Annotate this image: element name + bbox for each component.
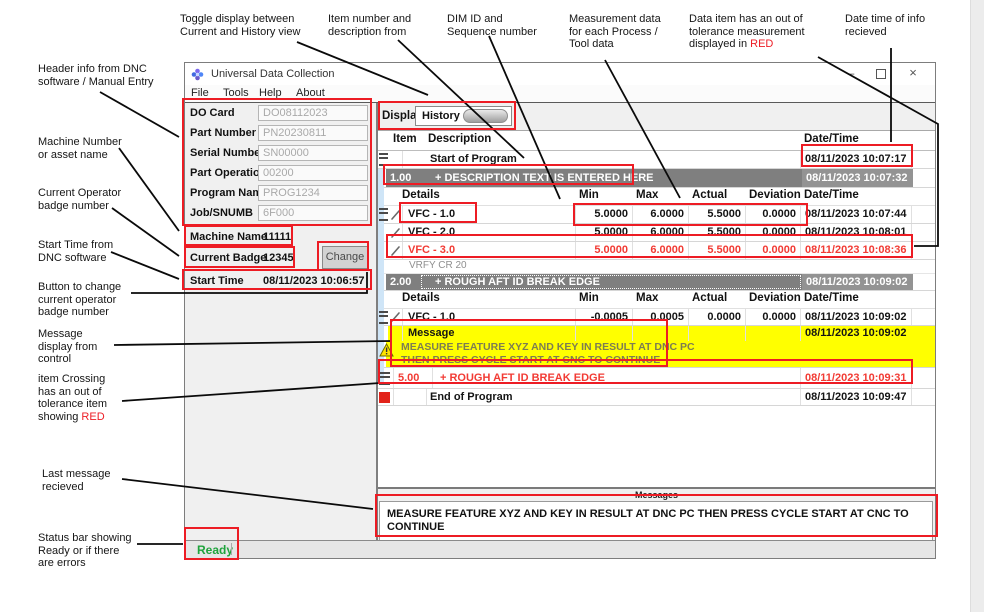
annotation-item-number: Item number anddescription from (328, 13, 411, 38)
col-item: Item (393, 133, 417, 145)
toggle-switch-icon[interactable] (463, 109, 508, 123)
annotation-last-message: Last messagerecieved (42, 468, 110, 493)
annotation-item-crossing: item Crossinghas an out oftolerance item… (38, 373, 107, 423)
hamburger-icon[interactable] (379, 372, 390, 385)
app-flower-icon (191, 68, 204, 81)
annotated-screenshot-page: Universal Data Collection – × File Tools… (0, 0, 984, 612)
col-datetime: Date/Time (804, 133, 859, 145)
annotation-message-display: Messagedisplay fromcontrol (38, 328, 97, 366)
table-row-vfc-2[interactable]: VFC - 2.0 5.0000 6.0000 5.5000 0.0000 08… (378, 224, 935, 242)
menu-about[interactable]: About (296, 87, 325, 99)
annotation-toggle-display: Toggle display betweenCurrent and Histor… (180, 13, 300, 38)
current-badge-label: Current Badge (190, 252, 266, 264)
current-badge-value: 12345 (263, 252, 294, 264)
pencil-icon (389, 311, 401, 323)
pencil-icon (389, 245, 401, 257)
status-separator (231, 543, 232, 555)
detail-header-row: Details Min Max Actual Deviation Date/Ti… (378, 188, 935, 206)
title-bar: Universal Data Collection – × (185, 63, 935, 85)
annotation-change-button: Button to changecurrent operatorbadge nu… (38, 281, 121, 319)
annotation-measurement-data: Measurement datafor each Process /Tool d… (569, 13, 661, 51)
annotation-current-operator: Current Operatorbadge number (38, 187, 121, 212)
menu-help[interactable]: Help (259, 87, 282, 99)
pencil-icon (389, 209, 401, 221)
annotation-header-info: Header info from DNCsoftware / Manual En… (38, 63, 154, 88)
window-title: Universal Data Collection (211, 68, 335, 80)
messages-panel-title: Messages (378, 490, 935, 500)
control-message-block: MEASURE FEATURE XYZ AND KEY IN RESULT AT… (378, 341, 935, 368)
annotation-dim-id: DIM ID andSequence number (447, 13, 537, 38)
table-row-vfc-1[interactable]: VFC - 1.0 5.0000 6.0000 5.5000 0.0000 08… (378, 206, 935, 224)
menu-tools[interactable]: Tools (223, 87, 249, 99)
field-program-name: Program Name PROG1234 (185, 185, 376, 201)
change-badge-button[interactable]: Change (322, 246, 368, 269)
table-row-start-of-program[interactable]: Start of Program 08/11/2023 10:07:17 (378, 151, 935, 169)
last-message-box: MEASURE FEATURE XYZ AND KEY IN RESULT AT… (379, 501, 933, 541)
job-snumb-input[interactable]: 6F000 (258, 205, 368, 221)
table-row-vrfy-note: VRFY CR 20 (378, 260, 935, 274)
annotation-out-of-tolerance: Data item has an out oftolerance measure… (689, 13, 805, 51)
start-time-value: 08/11/2023 10:06:57 (263, 275, 365, 287)
field-job-snumb: Job/SNUMB 6F000 (185, 205, 376, 221)
annotation-date-time-info: Date time of inforecieved (845, 13, 925, 38)
display-bar: Display History (378, 103, 935, 131)
annotation-machine-number: Machine Numberor asset name (38, 136, 122, 161)
close-icon[interactable]: × (899, 63, 927, 84)
machine-name-value: 11111 (263, 231, 291, 243)
menu-file[interactable]: File (191, 87, 209, 99)
field-part-number: Part Number PN20230811 (185, 125, 376, 141)
hamburger-icon[interactable] (379, 311, 388, 324)
pencil-icon (389, 227, 401, 239)
table-row-message[interactable]: Message 08/11/2023 10:09:02 (378, 326, 935, 341)
table-row-end-of-program[interactable]: End of Program 08/11/2023 10:09:47 (378, 389, 935, 406)
part-number-input[interactable]: PN20230811 (258, 125, 368, 141)
menu-bar: File Tools Help About (185, 85, 935, 103)
annotation-start-time: Start Time fromDNC software (38, 239, 113, 264)
page-edge-strip (970, 0, 984, 612)
field-serial-number: Serial Number SN00000 (185, 145, 376, 161)
hamburger-icon[interactable] (379, 153, 388, 166)
table-row-item-5-out-of-tolerance[interactable]: 5.00 + ROUGH AFT ID BREAK EDGE 08/11/202… (378, 368, 935, 389)
table-header-row: Item Description Date/Time (378, 131, 935, 151)
part-operation-input[interactable]: 00200 (258, 165, 368, 181)
history-toggle[interactable]: History (415, 106, 512, 126)
header-info-panel: DO Card DO08112023 Part Number PN2023081… (185, 103, 378, 540)
field-do-card: DO Card DO08112023 (185, 105, 376, 121)
header-fields: DO Card DO08112023 Part Number PN2023081… (185, 105, 376, 225)
table-row-group-1[interactable]: 1.00 + DESCRIPTION TEXT IS ENTERED HERE … (378, 169, 935, 188)
hamburger-icon[interactable] (379, 208, 388, 221)
maximize-icon[interactable] (867, 63, 895, 84)
start-time-label: Start Time (190, 275, 244, 287)
col-description: Description (428, 133, 491, 145)
history-toggle-value: History (422, 110, 460, 122)
field-part-operation: Part Operation 00200 (185, 165, 376, 181)
detail-header-row: Details Min Max Actual Deviation Date/Ti… (378, 291, 935, 309)
app-window: Universal Data Collection – × File Tools… (184, 62, 936, 559)
minimize-icon[interactable]: – (837, 63, 865, 84)
table-row-vfc-3-out-of-tolerance[interactable]: VFC - 3.0 5.0000 6.0000 5.5000 0.0000 08… (378, 242, 935, 260)
table-row-g2-vfc-1[interactable]: VFC - 1.0 -0.0005 0.0005 0.0000 0.0000 0… (378, 309, 935, 326)
status-ready-text: Ready (197, 543, 233, 557)
status-bar: Ready (185, 540, 935, 558)
serial-number-input[interactable]: SN00000 (258, 145, 368, 161)
data-panel: Display History Item Description Date/Ti… (378, 103, 935, 540)
machine-name-label: Machine Name (190, 231, 267, 243)
table-empty-area (378, 406, 935, 487)
table-row-group-2[interactable]: 2.00 + ROUGH AFT ID BREAK EDGE 08/11/202… (378, 274, 935, 291)
history-table: Item Description Date/Time Start of Prog… (378, 131, 935, 487)
messages-panel: Messages MEASURE FEATURE XYZ AND KEY IN … (378, 487, 935, 543)
program-name-input[interactable]: PROG1234 (258, 185, 368, 201)
red-square-stop-icon (379, 392, 390, 403)
annotation-status-bar: Status bar showingReady or if thereare e… (38, 532, 132, 570)
warning-triangle-icon (379, 343, 394, 357)
do-card-input[interactable]: DO08112023 (258, 105, 368, 121)
